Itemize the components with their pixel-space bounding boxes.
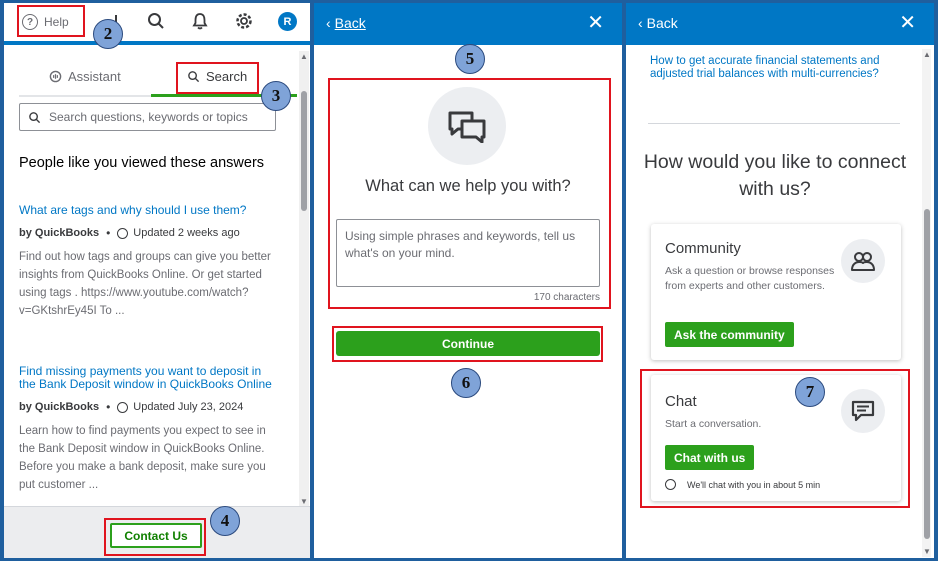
question-panel: ‹ Back ✕ What can we help you with? Usin… <box>314 3 622 558</box>
list-item: What are tags and why should I use them?… <box>19 204 281 320</box>
article-link[interactable]: Find missing payments you want to deposi… <box>19 365 281 391</box>
scroll-up-icon[interactable]: ▲ <box>923 50 931 59</box>
back-label: Back <box>646 15 678 31</box>
question-textarea[interactable]: Using simple phrases and keywords, tell … <box>336 219 600 287</box>
article-updated: Updated July 23, 2024 <box>133 401 244 413</box>
tab-assistant-label: Assistant <box>68 69 121 84</box>
search-icon <box>188 71 200 83</box>
chat-icon <box>841 389 885 433</box>
help-tabs: Assistant Search <box>19 65 297 97</box>
close-icon[interactable]: ✕ <box>587 13 604 33</box>
panel-header: ‹ Back ✕ <box>314 3 622 45</box>
gear-icon[interactable] <box>234 11 254 31</box>
article-author: by QuickBooks <box>19 227 100 239</box>
tab-search[interactable]: Search <box>187 69 247 84</box>
card-description: Start a conversation. <box>665 418 762 430</box>
scrollbar[interactable]: ▲ ▼ <box>299 51 309 507</box>
article-meta: by QuickBooks • Updated July 23, 2024 <box>19 400 281 414</box>
help-button[interactable]: ? Help <box>22 9 69 35</box>
textarea-placeholder: Using simple phrases and keywords, tell … <box>345 229 576 260</box>
chat-card: Chat Start a conversation. Chat with us … <box>651 375 901 501</box>
search-icon <box>29 111 41 123</box>
close-icon[interactable]: ✕ <box>899 13 916 33</box>
step-badge-4: 4 <box>210 506 240 536</box>
wait-time-text: We'll chat with you in about 5 min <box>687 479 821 490</box>
scroll-up-icon[interactable]: ▲ <box>300 52 308 61</box>
back-button[interactable]: ‹ Back <box>326 15 366 31</box>
chat-with-us-button[interactable]: Chat with us <box>665 445 755 470</box>
scrollbar[interactable]: ▲ ▼ <box>922 49 931 557</box>
step-badge-6: 6 <box>451 368 481 398</box>
section-title: People like you viewed these answers <box>19 155 265 171</box>
scroll-down-icon[interactable]: ▼ <box>923 547 931 556</box>
help-toolbar: ? Help R <box>4 3 310 45</box>
card-title: Chat <box>665 393 697 410</box>
step-badge-3: 3 <box>261 81 291 111</box>
question-mark-icon: ? <box>22 14 38 30</box>
card-title: Community <box>665 240 741 257</box>
clock-icon <box>117 401 129 413</box>
tab-assistant[interactable]: Assistant <box>49 69 121 84</box>
clock-icon <box>117 227 129 239</box>
list-item: Find missing payments you want to deposi… <box>19 365 281 494</box>
continue-button[interactable]: Continue <box>336 331 600 356</box>
search-placeholder: Search questions, keywords or topics <box>49 110 248 124</box>
avatar[interactable]: R <box>278 12 297 31</box>
article-meta: by QuickBooks • Updated 2 weeks ago <box>19 226 281 240</box>
back-label: Back <box>334 15 366 31</box>
character-count: 170 characters <box>533 292 600 303</box>
article-excerpt: Find out how tags and groups can give yo… <box>19 251 271 317</box>
step-badge-5: 5 <box>455 44 485 74</box>
connect-title: How would you like to connect with us? <box>643 151 907 200</box>
step-badge-2: 2 <box>93 19 123 49</box>
community-card: Community Ask a question or browse respo… <box>651 224 901 360</box>
article-author: by QuickBooks <box>19 401 100 413</box>
separator-dot: • <box>106 226 111 240</box>
chevron-left-icon: ‹ <box>326 15 331 31</box>
chevron-left-icon: ‹ <box>638 15 643 31</box>
clock-icon <box>665 479 676 490</box>
ask-community-button[interactable]: Ask the community <box>665 322 794 347</box>
article-link[interactable]: How to get accurate financial statements… <box>650 55 900 80</box>
community-icon <box>841 239 885 283</box>
scroll-thumb[interactable] <box>923 209 930 539</box>
back-button[interactable]: ‹ Back <box>638 15 678 31</box>
scroll-thumb[interactable] <box>301 91 307 211</box>
bell-icon[interactable] <box>190 11 210 31</box>
help-search-input[interactable]: Search questions, keywords or topics <box>19 103 276 131</box>
search-icon[interactable] <box>146 11 166 31</box>
article-updated: Updated 2 weeks ago <box>133 227 240 239</box>
article-excerpt: Learn how to find payments you expect to… <box>19 425 266 491</box>
help-footer: Contact Us <box>4 506 310 558</box>
card-description: Ask a question or browse responses from … <box>665 265 835 292</box>
divider <box>648 123 900 124</box>
article-link[interactable]: What are tags and why should I use them? <box>19 204 281 217</box>
tab-search-label: Search <box>206 69 248 84</box>
help-label: Help <box>44 15 69 29</box>
scroll-down-icon[interactable]: ▼ <box>300 497 308 506</box>
question-title: What can we help you with? <box>365 177 571 195</box>
separator-dot: • <box>106 400 111 414</box>
wait-time-note: We'll chat with you in about 5 min <box>665 479 820 490</box>
assistant-icon <box>49 70 62 83</box>
contact-us-button[interactable]: Contact Us <box>110 523 202 548</box>
step-badge-7: 7 <box>795 377 825 407</box>
connect-panel: ‹ Back ✕ How to get accurate financial s… <box>626 3 934 558</box>
panel-header: ‹ Back ✕ <box>626 3 934 45</box>
chat-bubbles-icon <box>428 87 506 165</box>
